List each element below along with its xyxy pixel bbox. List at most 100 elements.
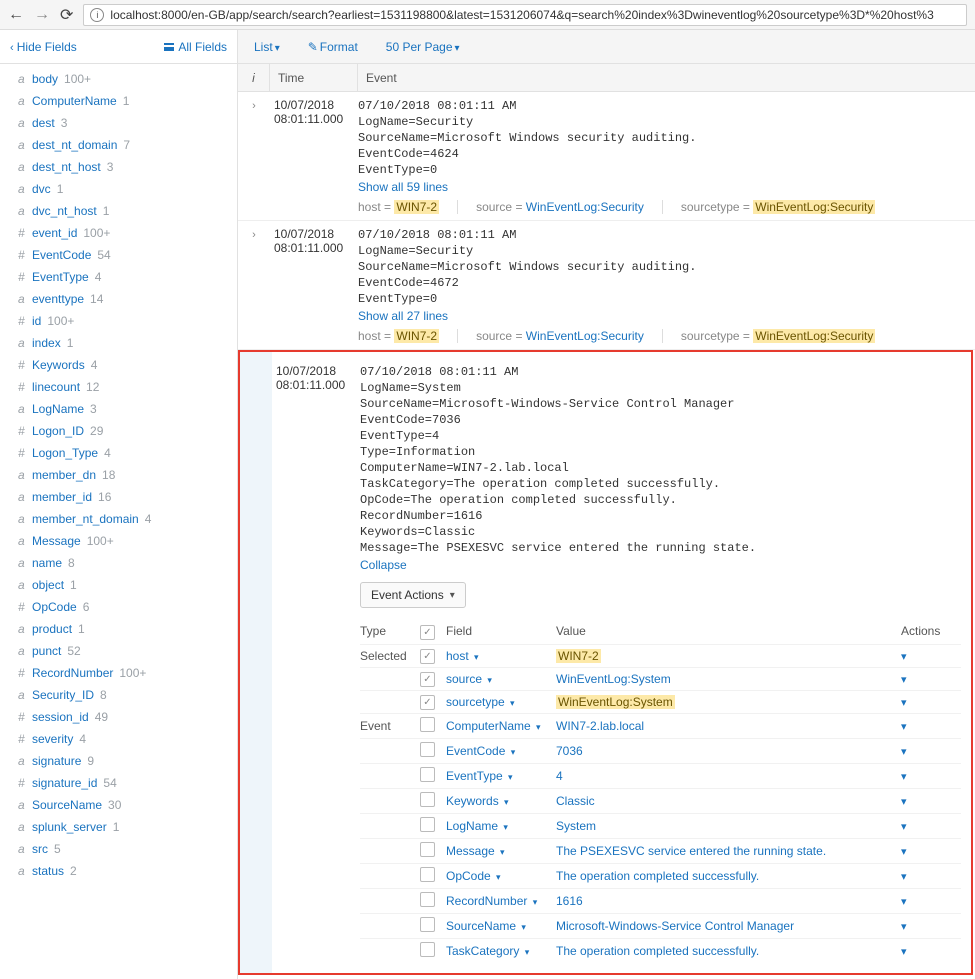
field-row[interactable]: amember_dn18: [0, 464, 237, 486]
meta-sourcetype[interactable]: WinEventLog:Security: [753, 329, 875, 343]
field-name-cell[interactable]: host ▾: [446, 649, 556, 663]
field-actions[interactable]: ▾: [901, 650, 961, 663]
field-row[interactable]: asignature9: [0, 750, 237, 772]
field-row[interactable]: aSecurity_ID8: [0, 684, 237, 706]
field-row[interactable]: advc1: [0, 178, 237, 200]
field-checkbox[interactable]: [420, 672, 435, 687]
field-name-cell[interactable]: Message ▾: [446, 844, 556, 858]
event-time[interactable]: 10/07/201808:01:11.000: [270, 227, 358, 343]
expand-toggle-icon[interactable]: ›: [252, 100, 256, 112]
field-checkbox-all[interactable]: [420, 625, 435, 640]
field-checkbox[interactable]: [420, 792, 435, 807]
meta-host[interactable]: WIN7-2: [394, 329, 439, 343]
field-value-cell[interactable]: 4: [556, 769, 901, 783]
field-checkbox[interactable]: [420, 842, 435, 857]
field-checkbox[interactable]: [420, 942, 435, 957]
field-checkbox[interactable]: [420, 742, 435, 757]
field-value-cell[interactable]: WinEventLog:System: [556, 672, 671, 686]
show-all-lines-link[interactable]: Show all 27 lines: [358, 309, 448, 323]
field-row[interactable]: amember_id16: [0, 486, 237, 508]
field-value-cell[interactable]: The PSEXESVC service entered the running…: [556, 844, 901, 858]
field-row[interactable]: aeventtype14: [0, 288, 237, 310]
field-actions[interactable]: ▾: [901, 845, 961, 858]
field-checkbox[interactable]: [420, 917, 435, 932]
field-name-cell[interactable]: EventCode ▾: [446, 744, 556, 758]
meta-source[interactable]: WinEventLog:Security: [526, 200, 644, 214]
field-row[interactable]: #signature_id54: [0, 772, 237, 794]
field-value-cell[interactable]: WinEventLog:System: [556, 695, 675, 709]
field-row[interactable]: adest3: [0, 112, 237, 134]
meta-host[interactable]: WIN7-2: [394, 200, 439, 214]
field-row[interactable]: #severity4: [0, 728, 237, 750]
format-button[interactable]: ✎Format: [308, 40, 358, 54]
field-actions[interactable]: ▾: [901, 770, 961, 783]
field-row[interactable]: abody100+: [0, 68, 237, 90]
field-row[interactable]: astatus2: [0, 860, 237, 882]
meta-source[interactable]: WinEventLog:Security: [526, 329, 644, 343]
field-row[interactable]: #Logon_Type4: [0, 442, 237, 464]
field-value-cell[interactable]: The operation completed successfully.: [556, 869, 901, 883]
field-row[interactable]: aobject1: [0, 574, 237, 596]
field-row[interactable]: #event_id100+: [0, 222, 237, 244]
field-actions[interactable]: ▾: [901, 870, 961, 883]
field-checkbox[interactable]: [420, 767, 435, 782]
field-actions[interactable]: ▾: [901, 696, 961, 709]
expand-toggle-icon[interactable]: ›: [252, 229, 256, 241]
field-row[interactable]: #session_id49: [0, 706, 237, 728]
field-name-cell[interactable]: sourcetype ▾: [446, 695, 556, 709]
field-value-cell[interactable]: The operation completed successfully.: [556, 944, 901, 958]
show-all-lines-link[interactable]: Show all 59 lines: [358, 180, 448, 194]
field-name-cell[interactable]: RecordNumber ▾: [446, 894, 556, 908]
field-actions[interactable]: ▾: [901, 895, 961, 908]
field-actions[interactable]: ▾: [901, 945, 961, 958]
field-name-cell[interactable]: SourceName ▾: [446, 919, 556, 933]
field-actions[interactable]: ▾: [901, 745, 961, 758]
field-value-cell[interactable]: WIN7-2.lab.local: [556, 719, 901, 733]
field-row[interactable]: adest_nt_domain7: [0, 134, 237, 156]
field-row[interactable]: #id100+: [0, 310, 237, 332]
url-bar[interactable]: i localhost:8000/en-GB/app/search/search…: [83, 4, 967, 26]
events-header-time[interactable]: Time: [270, 64, 358, 91]
field-value-cell[interactable]: Microsoft-Windows-Service Control Manage…: [556, 919, 901, 933]
field-row[interactable]: apunct52: [0, 640, 237, 662]
field-row[interactable]: aname8: [0, 552, 237, 574]
field-row[interactable]: #linecount12: [0, 376, 237, 398]
field-checkbox[interactable]: [420, 649, 435, 664]
field-checkbox[interactable]: [420, 817, 435, 832]
field-value-cell[interactable]: WIN7-2: [556, 649, 601, 663]
field-value-cell[interactable]: 7036: [556, 744, 901, 758]
field-row[interactable]: asrc5: [0, 838, 237, 860]
field-row[interactable]: #RecordNumber100+: [0, 662, 237, 684]
field-name-cell[interactable]: ComputerName ▾: [446, 719, 556, 733]
field-row[interactable]: #Keywords4: [0, 354, 237, 376]
nav-back-icon[interactable]: ←: [8, 6, 24, 24]
field-row[interactable]: aproduct1: [0, 618, 237, 640]
all-fields-button[interactable]: All Fields: [164, 40, 227, 54]
field-actions[interactable]: ▾: [901, 720, 961, 733]
field-row[interactable]: #EventCode54: [0, 244, 237, 266]
field-row[interactable]: #Logon_ID29: [0, 420, 237, 442]
per-page-button[interactable]: 50 Per Page▾: [386, 40, 460, 54]
field-name-cell[interactable]: Keywords ▾: [446, 794, 556, 808]
field-actions[interactable]: ▾: [901, 673, 961, 686]
event-actions-button[interactable]: Event Actions▾: [360, 582, 466, 608]
field-row[interactable]: aComputerName1: [0, 90, 237, 112]
field-row[interactable]: aLogName3: [0, 398, 237, 420]
field-value-cell[interactable]: System: [556, 819, 901, 833]
field-actions[interactable]: ▾: [901, 795, 961, 808]
event-time[interactable]: 10/07/201808:01:11.000: [272, 364, 360, 963]
field-row[interactable]: adest_nt_host3: [0, 156, 237, 178]
field-row[interactable]: #EventType4: [0, 266, 237, 288]
site-info-icon[interactable]: i: [90, 8, 104, 22]
field-row[interactable]: asubject8: [0, 882, 237, 884]
field-name-cell[interactable]: LogName ▾: [446, 819, 556, 833]
field-name-cell[interactable]: source ▾: [446, 672, 556, 686]
field-name-cell[interactable]: EventType ▾: [446, 769, 556, 783]
field-value-cell[interactable]: Classic: [556, 794, 901, 808]
field-row[interactable]: amember_nt_domain4: [0, 508, 237, 530]
field-row[interactable]: aSourceName30: [0, 794, 237, 816]
field-row[interactable]: asplunk_server1: [0, 816, 237, 838]
event-time[interactable]: 10/07/201808:01:11.000: [270, 98, 358, 214]
meta-sourcetype[interactable]: WinEventLog:Security: [753, 200, 875, 214]
field-row[interactable]: aindex1: [0, 332, 237, 354]
